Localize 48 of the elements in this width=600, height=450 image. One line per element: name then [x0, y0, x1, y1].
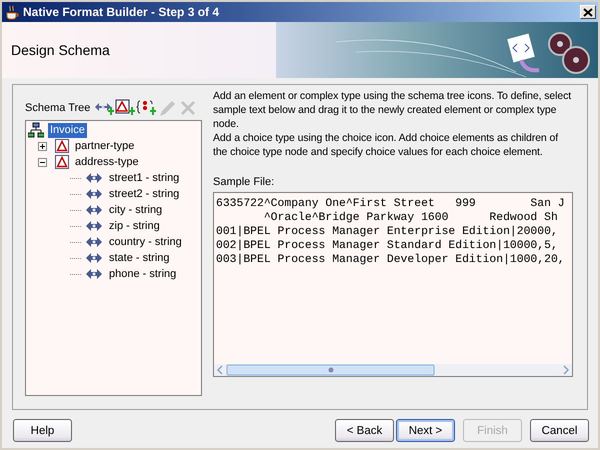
- add-complex-type-button[interactable]: [115, 98, 136, 116]
- add-complex-type-icon: [115, 98, 136, 116]
- tree-row[interactable]: Invoice: [28, 122, 201, 138]
- horizontal-scrollbar[interactable]: [214, 364, 572, 376]
- tree-item[interactable]: state - string: [107, 250, 172, 266]
- sample-line: 002|BPEL Process Manager Standard Edition|10000,5,: [216, 239, 559, 253]
- element-icon: [85, 252, 103, 264]
- instruction-text: Add a choice type using the choice icon. Add choice elements as children of the choice type node and specify choice values for each choice element.: [213, 131, 560, 159]
- element-icon: [85, 188, 103, 200]
- tree-item[interactable]: city - string: [107, 202, 164, 218]
- tree-item[interactable]: zip - string: [107, 218, 162, 234]
- sample-line: 001|BPEL Process Manager Enterprise Edition|20000,: [216, 225, 559, 239]
- wizard-button[interactable]: Next >: [396, 419, 455, 442]
- collapse-icon[interactable]: [38, 158, 47, 166]
- wizard-button[interactable]: < Back: [335, 419, 394, 442]
- sample-line: 6335722^Company One^First Street 999 San J: [216, 197, 566, 211]
- sample-file-area[interactable]: [213, 192, 573, 377]
- element-icon: [85, 204, 103, 216]
- element-icon: [85, 236, 103, 248]
- add-choice-button[interactable]: [136, 98, 156, 116]
- sample-line: 003|BPEL Process Manager Developer Edition|1000,20,: [216, 253, 566, 267]
- page-title: Design Schema: [10, 42, 110, 58]
- element-icon: [85, 172, 103, 184]
- tree-item[interactable]: Invoice: [48, 122, 87, 138]
- element-icon: [85, 220, 103, 232]
- element-icon: [85, 268, 103, 280]
- tree-item[interactable]: street1 - string: [107, 170, 182, 186]
- expand-icon[interactable]: [38, 142, 47, 150]
- close-icon: [583, 8, 593, 16]
- pencil-icon: [157, 98, 178, 116]
- close-button[interactable]: [580, 5, 596, 19]
- tree-item[interactable]: street2 - string: [107, 186, 182, 202]
- complex-type-icon: [55, 139, 69, 153]
- tree-item[interactable]: country - string: [107, 234, 184, 250]
- sample-line: ^Oracle^Bridge Parkway 1600 Redwood Sh: [262, 211, 559, 225]
- network-icon: [28, 122, 44, 138]
- coffee-cup-icon: [4, 4, 20, 20]
- schema-tree-label: Schema Tree: [25, 102, 90, 114]
- complex-type-icon: [55, 155, 69, 169]
- wizard-button[interactable]: Cancel: [530, 419, 589, 442]
- instruction-text: Add an element or complex type using the schema tree icons. To define, select sample text below and drag it to the newly created element or complex type node.: [213, 89, 572, 131]
- tree-item[interactable]: partner-type: [73, 138, 136, 154]
- tree-item[interactable]: address-type: [73, 154, 141, 170]
- sample-file-label: Sample File:: [213, 176, 276, 188]
- window-title: Native Format Builder - Step 3 of 4: [23, 5, 220, 19]
- tree-item[interactable]: phone - string: [107, 266, 178, 282]
- add-choice-icon: [136, 98, 156, 116]
- wizard-button[interactable]: Help: [13, 419, 72, 442]
